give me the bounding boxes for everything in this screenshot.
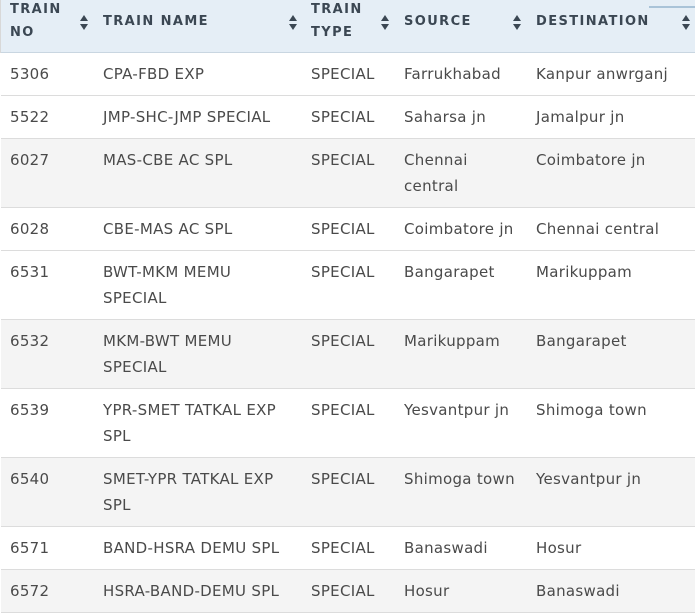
cell-source: Saharsa jn: [404, 108, 487, 126]
sort-icon[interactable]: [80, 15, 88, 35]
cell-train-type: SPECIAL: [311, 108, 375, 126]
cell-train-name: BWT-MKM MEMU SPECIAL: [103, 263, 232, 307]
cell-train-name: BAND-HSRA DEMU SPL: [103, 539, 280, 557]
sort-icon[interactable]: [289, 15, 297, 35]
column-label: TYPE: [311, 25, 354, 40]
cell-train-name: HSRA-BAND-DEMU SPL: [103, 582, 280, 600]
cell-train-no: 6572: [10, 582, 50, 600]
cell-train-no: 6027: [10, 151, 50, 169]
cell-train-name: CBE-MAS AC SPL: [103, 220, 233, 238]
column-label: TRAIN NAME: [103, 14, 209, 29]
cell-train-type: SPECIAL: [311, 401, 375, 419]
table-row[interactable]: 6571 BAND-HSRA DEMU SPL SPECIAL Banaswad…: [1, 527, 695, 570]
cell-destination: Bangarapet: [536, 332, 627, 350]
cell-train-type: SPECIAL: [311, 151, 375, 169]
cell-destination: Coimbatore jn: [536, 151, 646, 169]
cell-train-name: MAS-CBE AC SPL: [103, 151, 233, 169]
cell-source: Yesvantpur jn: [404, 401, 510, 419]
header-accent-line: [649, 6, 695, 8]
column-header-train-no[interactable]: TRAIN NO: [10, 0, 92, 52]
cell-source: Chennai central: [404, 151, 468, 195]
table-row[interactable]: 6572 HSRA-BAND-DEMU SPL SPECIAL Hosur Ba…: [1, 570, 695, 613]
cell-source: Coimbatore jn: [404, 220, 514, 238]
cell-train-name: YPR-SMET TATKAL EXP SPL: [103, 401, 277, 445]
cell-train-type: SPECIAL: [311, 539, 375, 557]
column-label: TRAIN: [10, 2, 62, 17]
cell-train-type: SPECIAL: [311, 220, 375, 238]
table-row[interactable]: 5522 JMP-SHC-JMP SPECIAL SPECIAL Saharsa…: [1, 96, 695, 139]
cell-destination: Yesvantpur jn: [536, 470, 642, 488]
cell-source: Bangarapet: [404, 263, 495, 281]
cell-destination: Kanpur anwrganj: [536, 65, 668, 83]
cell-source: Hosur: [404, 582, 450, 600]
table-header: TRAIN NO TRAIN NAME TRAIN TYPE SOURCE DE…: [1, 0, 695, 53]
table-row[interactable]: 6540 SMET-YPR TATKAL EXP SPL SPECIAL Shi…: [1, 458, 695, 527]
cell-source: Banaswadi: [404, 539, 488, 557]
cell-train-name: CPA-FBD EXP: [103, 65, 205, 83]
column-header-train-name[interactable]: TRAIN NAME: [103, 0, 299, 52]
cell-train-no: 6532: [10, 332, 50, 350]
cell-train-type: SPECIAL: [311, 470, 375, 488]
table-row[interactable]: 6028 CBE-MAS AC SPL SPECIAL Coimbatore j…: [1, 208, 695, 251]
cell-train-no: 6571: [10, 539, 50, 557]
cell-destination: Marikuppam: [536, 263, 633, 281]
cell-source: Farrukhabad: [404, 65, 501, 83]
table-row[interactable]: 6531 BWT-MKM MEMU SPECIAL SPECIAL Bangar…: [1, 251, 695, 320]
cell-destination: Shimoga town: [536, 401, 647, 419]
column-label: NO: [10, 25, 35, 40]
cell-train-type: SPECIAL: [311, 65, 375, 83]
cell-train-type: SPECIAL: [311, 332, 375, 350]
column-header-train-type[interactable]: TRAIN TYPE: [311, 0, 391, 52]
cell-train-type: SPECIAL: [311, 263, 375, 281]
cell-train-no: 5522: [10, 108, 50, 126]
column-label: DESTINATION: [536, 14, 650, 29]
table-row[interactable]: 5306 CPA-FBD EXP SPECIAL Farrukhabad Kan…: [1, 53, 695, 96]
sort-icon[interactable]: [682, 15, 690, 35]
cell-train-type: SPECIAL: [311, 582, 375, 600]
cell-train-name: SMET-YPR TATKAL EXP SPL: [103, 470, 274, 514]
cell-train-no: 6540: [10, 470, 50, 488]
cell-train-no: 6539: [10, 401, 50, 419]
sort-icon[interactable]: [381, 15, 389, 35]
column-header-source[interactable]: SOURCE: [404, 0, 524, 52]
cell-source: Shimoga town: [404, 470, 515, 488]
trains-table: TRAIN NO TRAIN NAME TRAIN TYPE SOURCE DE…: [0, 0, 695, 613]
cell-destination: Chennai central: [536, 220, 660, 238]
cell-train-no: 5306: [10, 65, 50, 83]
cell-train-no: 6531: [10, 263, 50, 281]
cell-train-name: JMP-SHC-JMP SPECIAL: [103, 108, 271, 126]
cell-destination: Jamalpur jn: [536, 108, 625, 126]
cell-destination: Hosur: [536, 539, 582, 557]
table-row[interactable]: 6532 MKM-BWT MEMU SPECIAL SPECIAL Mariku…: [1, 320, 695, 389]
sort-icon[interactable]: [513, 15, 521, 35]
cell-source: Marikuppam: [404, 332, 501, 350]
cell-destination: Banaswadi: [536, 582, 620, 600]
cell-train-name: MKM-BWT MEMU SPECIAL: [103, 332, 233, 376]
column-label: TRAIN: [311, 2, 363, 17]
column-label: SOURCE: [404, 14, 472, 29]
table-row[interactable]: 6539 YPR-SMET TATKAL EXP SPL SPECIAL Yes…: [1, 389, 695, 458]
table-row[interactable]: 6027 MAS-CBE AC SPL SPECIAL Chennai cent…: [1, 139, 695, 208]
cell-train-no: 6028: [10, 220, 50, 238]
